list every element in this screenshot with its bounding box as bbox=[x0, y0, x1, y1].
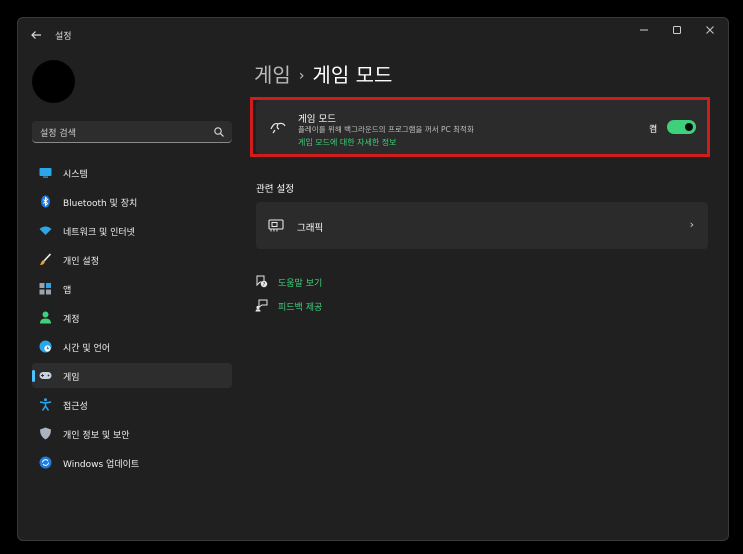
bluetooth-icon bbox=[41, 195, 50, 208]
sidebar-item-label: 개인 정보 및 보안 bbox=[63, 431, 130, 441]
sidebar-item-label: 네트워크 및 인터넷 bbox=[63, 228, 135, 238]
sidebar-item-label: Windows 업데이트 bbox=[63, 460, 140, 470]
sidebar-item-time-language[interactable]: 시간 및 언어 bbox=[32, 334, 232, 359]
search-input[interactable]: 설정 검색 bbox=[32, 121, 232, 143]
breadcrumb-separator: › bbox=[298, 68, 305, 84]
breadcrumb: 게임 › 게임 모드 bbox=[254, 59, 392, 88]
brush-icon bbox=[40, 253, 52, 265]
shield-icon bbox=[40, 427, 51, 440]
get-help-label: 도움말 보기 bbox=[278, 279, 323, 289]
sidebar-item-accessibility[interactable]: 접근성 bbox=[32, 392, 232, 417]
sidebar-item-windows-update[interactable]: Windows 업데이트 bbox=[32, 450, 232, 475]
search-icon bbox=[214, 127, 224, 137]
feedback-link[interactable]: 피드백 제공 bbox=[255, 298, 375, 314]
wifi-icon bbox=[39, 226, 52, 235]
app-title: 설정 bbox=[55, 32, 72, 42]
graphics-card-icon bbox=[268, 219, 284, 232]
help-icon: ? bbox=[256, 275, 268, 288]
chevron-right-icon: › bbox=[689, 218, 694, 231]
sidebar-item-accounts[interactable]: 계정 bbox=[32, 305, 232, 330]
user-avatar[interactable] bbox=[32, 60, 75, 103]
close-icon bbox=[706, 26, 714, 34]
sidebar-item-label: 게임 bbox=[63, 373, 80, 383]
sidebar-item-bluetooth[interactable]: Bluetooth 및 장치 bbox=[32, 189, 232, 214]
feedback-label: 피드백 제공 bbox=[278, 303, 323, 313]
get-help-link[interactable]: ? 도움말 보기 bbox=[255, 274, 375, 290]
close-button[interactable] bbox=[698, 23, 722, 43]
back-button[interactable] bbox=[28, 27, 44, 43]
sidebar-item-label: 시간 및 언어 bbox=[63, 344, 111, 354]
sidebar-item-system[interactable]: 시스템 bbox=[32, 160, 232, 185]
sidebar-item-label: Bluetooth 및 장치 bbox=[63, 199, 138, 209]
update-icon bbox=[39, 456, 52, 469]
sidebar-item-gaming[interactable]: 게임 bbox=[32, 363, 232, 388]
related-settings-heading: 관련 설정 bbox=[256, 184, 294, 195]
apps-icon bbox=[39, 283, 51, 295]
sidebar-item-label: 계정 bbox=[63, 315, 80, 325]
back-arrow-icon bbox=[31, 31, 41, 39]
sidebar-item-personalization[interactable]: 개인 설정 bbox=[32, 247, 232, 272]
sidebar-item-label: 개인 설정 bbox=[63, 257, 99, 267]
minimize-icon bbox=[640, 29, 648, 31]
page-title: 게임 모드 bbox=[312, 63, 393, 87]
monitor-icon bbox=[39, 168, 52, 178]
title-bar: 설정 bbox=[18, 18, 728, 52]
sidebar-item-label: 앱 bbox=[63, 286, 72, 296]
feedback-icon bbox=[255, 299, 268, 312]
breadcrumb-parent[interactable]: 게임 bbox=[254, 63, 291, 87]
person-icon bbox=[40, 311, 51, 324]
red-highlight-frame bbox=[250, 97, 710, 157]
minimize-button[interactable] bbox=[632, 23, 656, 43]
svg-text:?: ? bbox=[263, 282, 266, 288]
maximize-button[interactable] bbox=[665, 23, 689, 43]
globe-clock-icon bbox=[39, 340, 52, 353]
selection-indicator bbox=[32, 370, 35, 382]
graphics-row[interactable]: 그래픽 › bbox=[256, 202, 708, 249]
graphics-row-label: 그래픽 bbox=[297, 223, 324, 234]
search-placeholder: 설정 검색 bbox=[40, 129, 76, 139]
sidebar-item-label: 접근성 bbox=[63, 402, 88, 412]
sidebar-item-label: 시스템 bbox=[63, 170, 88, 180]
sidebar-item-network[interactable]: 네트워크 및 인터넷 bbox=[32, 218, 232, 243]
sidebar-item-privacy[interactable]: 개인 정보 및 보안 bbox=[32, 421, 232, 446]
settings-window: 설정 설정 검색 시스템 Bluetooth 및 장치 네트워크 및 인터넷 개… bbox=[17, 17, 729, 541]
game-controller-icon bbox=[39, 372, 52, 379]
maximize-icon bbox=[673, 26, 681, 34]
accessibility-icon bbox=[39, 398, 52, 411]
sidebar-item-apps[interactable]: 앱 bbox=[32, 276, 232, 301]
